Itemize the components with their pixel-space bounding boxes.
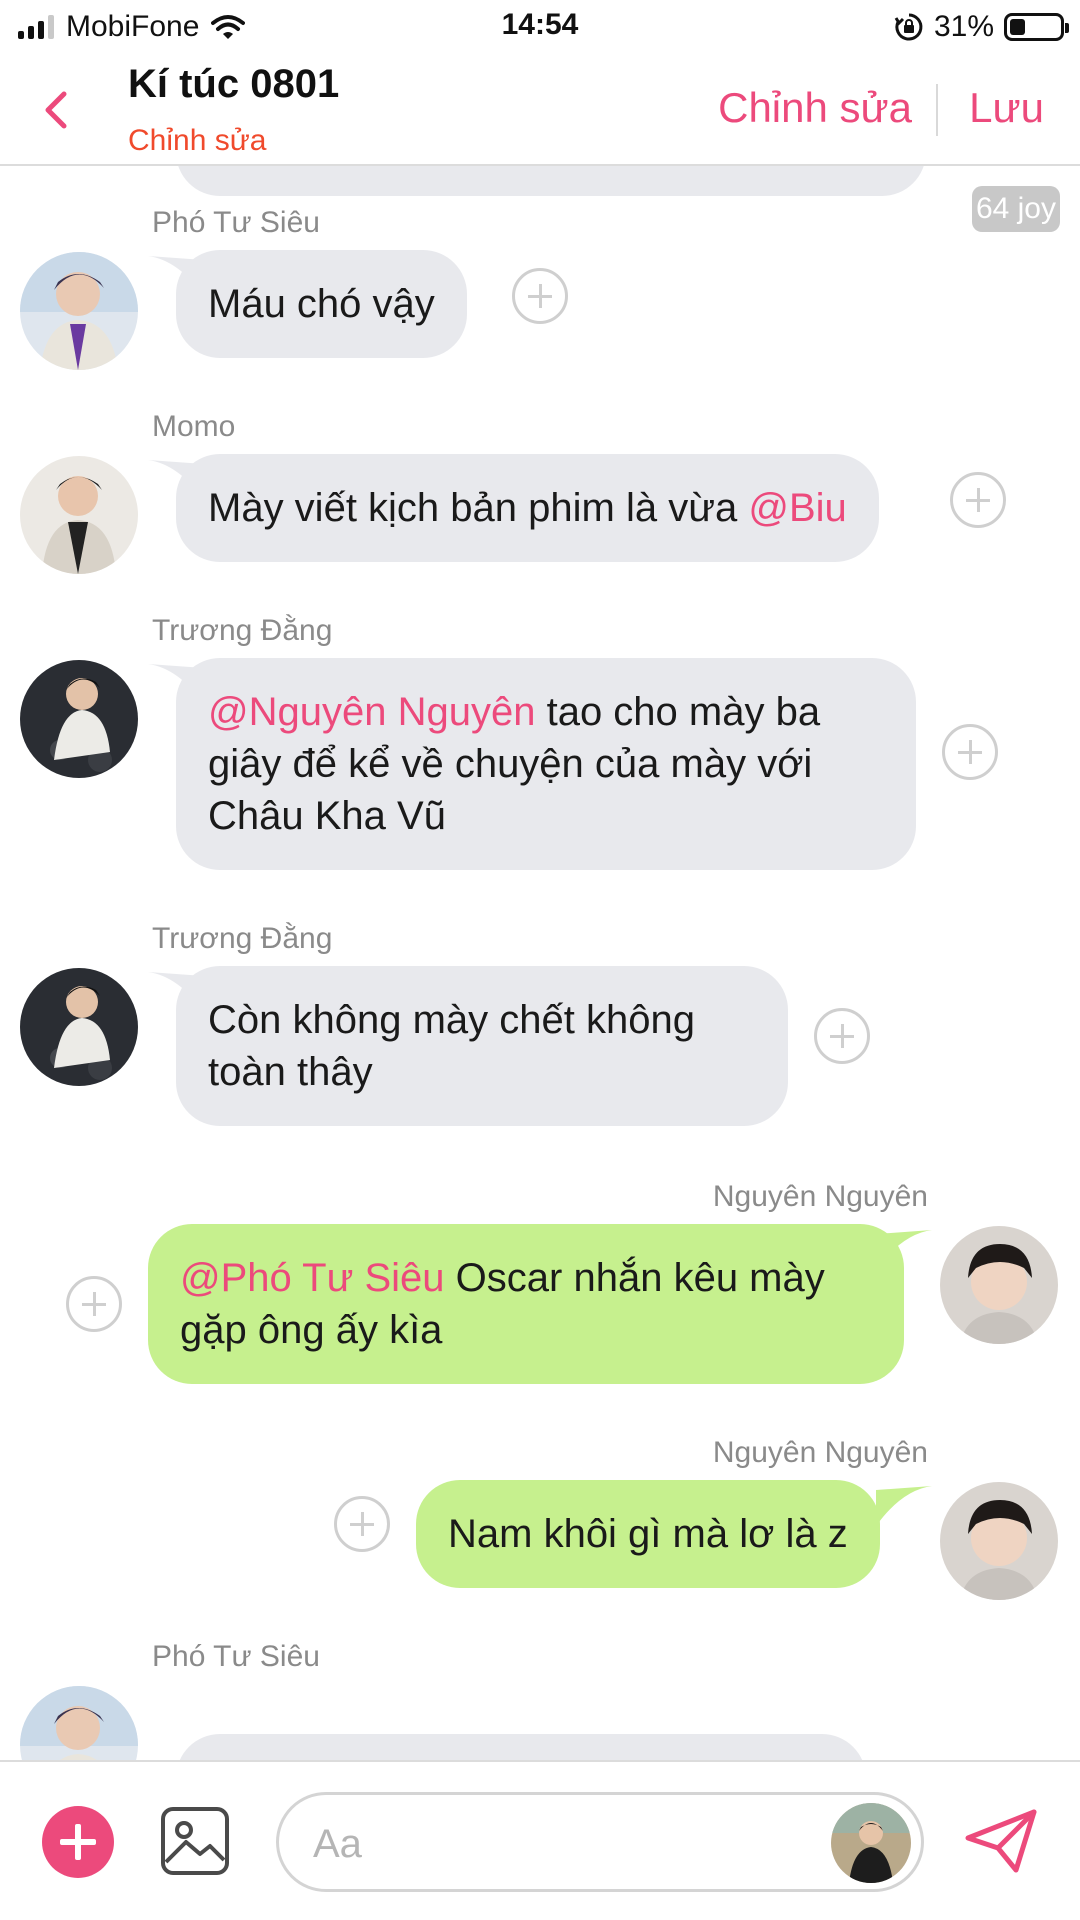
header-divider [936,84,938,136]
message-text: toàn thây [208,1050,373,1094]
mention-link[interactable]: @Nguyên Nguyên [208,690,535,734]
chat-header: Kí túc 0801 Chỉnh sửa Chỉnh sửa Lưu [0,58,1080,166]
message-bubble[interactable] [176,1734,866,1760]
message-line: gặp ông ấy kìa [180,1304,872,1356]
sender-name: Nguyên Nguyên [712,1180,928,1213]
message-text: gặp ông ấy kìa [180,1308,443,1352]
message-text: tao cho mày ba [535,690,821,734]
send-icon[interactable] [964,1808,1038,1874]
avatar-nguyen-nguyen[interactable] [940,1226,1058,1344]
add-reaction-icon[interactable] [950,472,1006,528]
chevron-left-icon[interactable] [38,86,74,134]
message-line: Châu Kha Vũ [208,790,884,842]
mention-link[interactable]: @Biu [748,486,846,530]
battery-level [1010,19,1025,35]
status-right: 31% [894,10,1069,44]
message-bubble[interactable]: @Phó Tư Siêu Oscar nhắn kêu mày gặp ông … [148,1224,904,1384]
message-bubble[interactable]: Máu chó vậy [176,250,467,358]
message-text: Oscar nhắn kêu mày [444,1256,825,1300]
message-bubble[interactable]: @Nguyên Nguyên tao cho mày ba giây để kể… [176,658,916,870]
message-text: Máu chó vậy [208,282,435,326]
edit-button[interactable]: Chỉnh sửa [718,84,912,132]
sender-name: Trương Đằng [152,614,333,647]
sender-name: Nguyên Nguyên [712,1436,928,1469]
avatar-truong-dang[interactable] [20,968,138,1086]
message-bubble[interactable]: Mày viết kịch bản phim là vừa @Biu [176,454,879,562]
mention-link[interactable]: @Phó Tư Siêu [180,1256,445,1300]
sticker-avatar-icon[interactable] [831,1803,911,1883]
avatar-momo[interactable] [20,456,138,574]
message-text: Mày viết kịch bản phim là vừa [208,486,749,530]
message-line: toàn thây [208,1046,756,1098]
chat-thread[interactable]: 64 joy Phó Tư Siêu Máu chó vậy Momo Mày … [0,166,1080,1760]
status-bar: MobiFone 14:54 31% [0,0,1080,58]
add-reaction-icon[interactable] [942,724,998,780]
chat-subtitle-edit-link[interactable]: Chỉnh sửa [128,124,267,158]
plus-icon[interactable] [42,1806,114,1878]
add-reaction-icon[interactable] [814,1008,870,1064]
message-bubble[interactable]: Nam khôi gì mà lơ là z [416,1480,880,1588]
chat-title: Kí túc 0801 [128,62,340,106]
message-line: Còn không mày chết không [208,994,756,1046]
orientation-lock-icon [894,13,923,41]
battery-percent: 31% [933,10,994,43]
message-bubble[interactable]: Còn không mày chết không toàn thây [176,966,788,1126]
add-reaction-icon[interactable] [66,1276,122,1332]
save-button[interactable]: Lưu [969,84,1044,132]
avatar-pho-tu-sieu[interactable] [20,252,138,370]
sender-name: Momo [152,410,236,443]
message-text: Còn không mày chết không [208,998,695,1042]
message-bubble-previous[interactable] [176,166,926,196]
message-text: giây để kể về chuyện của mày với [208,742,813,786]
avatar-pho-tu-sieu[interactable] [20,1686,138,1760]
add-reaction-icon[interactable] [512,268,568,324]
sender-name: Phó Tư Siêu [152,206,320,239]
bubble-tail [876,1486,932,1526]
add-reaction-icon[interactable] [334,1496,390,1552]
message-input[interactable] [313,1817,813,1871]
avatar-truong-dang[interactable] [20,660,138,778]
sender-name: Trương Đằng [152,922,333,955]
message-text: Nam khôi gì mà lơ là z [448,1512,848,1556]
image-icon[interactable] [160,1806,230,1876]
message-line: giây để kể về chuyện của mày với [208,738,884,790]
message-line: @Nguyên Nguyên tao cho mày ba [208,686,884,738]
message-text: Châu Kha Vũ [208,794,446,838]
battery-icon [1004,13,1069,41]
joy-badge: 64 joy [971,186,1060,232]
composer-bar [0,1760,1080,1920]
avatar-nguyen-nguyen[interactable] [940,1482,1058,1600]
message-line: @Phó Tư Siêu Oscar nhắn kêu mày [180,1252,872,1304]
message-input-container[interactable] [276,1792,924,1892]
sender-name: Phó Tư Siêu [152,1640,320,1673]
